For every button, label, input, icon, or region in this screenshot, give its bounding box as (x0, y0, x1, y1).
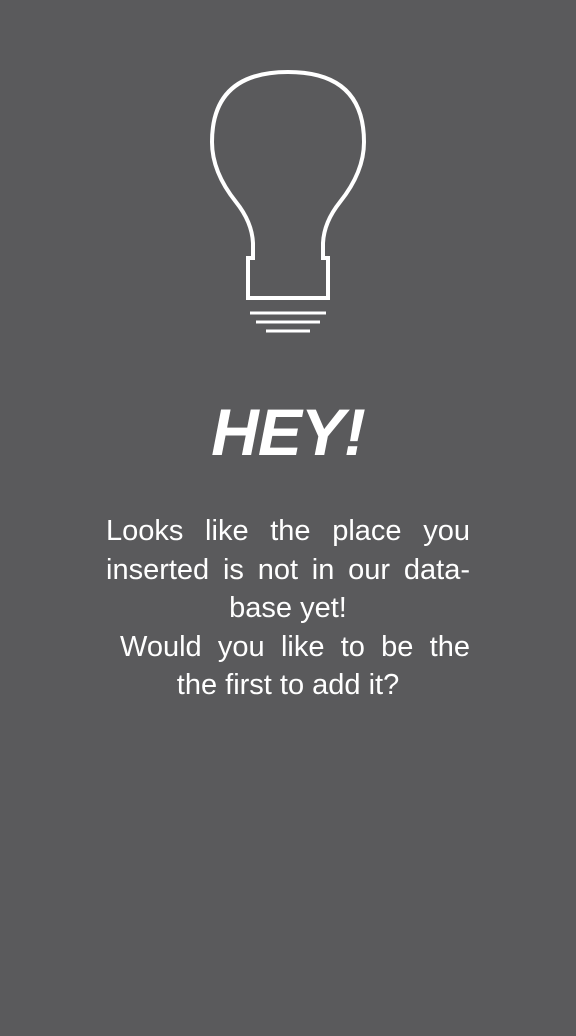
empty-state-screen: HEY! Looks like the place you inserted i… (0, 0, 576, 1036)
message-line: Would you like to be the (120, 630, 470, 663)
message-line: inserted is not in our data- (106, 553, 470, 586)
message-line: the first to add it? (176, 669, 400, 701)
message-line: Looks like the place you (106, 515, 470, 547)
page-title: HEY! (211, 395, 366, 469)
message-line: base yet! (229, 592, 347, 624)
lightbulb-icon (209, 69, 367, 333)
empty-state-message: Looks like the place you inserted is not… (106, 512, 470, 705)
